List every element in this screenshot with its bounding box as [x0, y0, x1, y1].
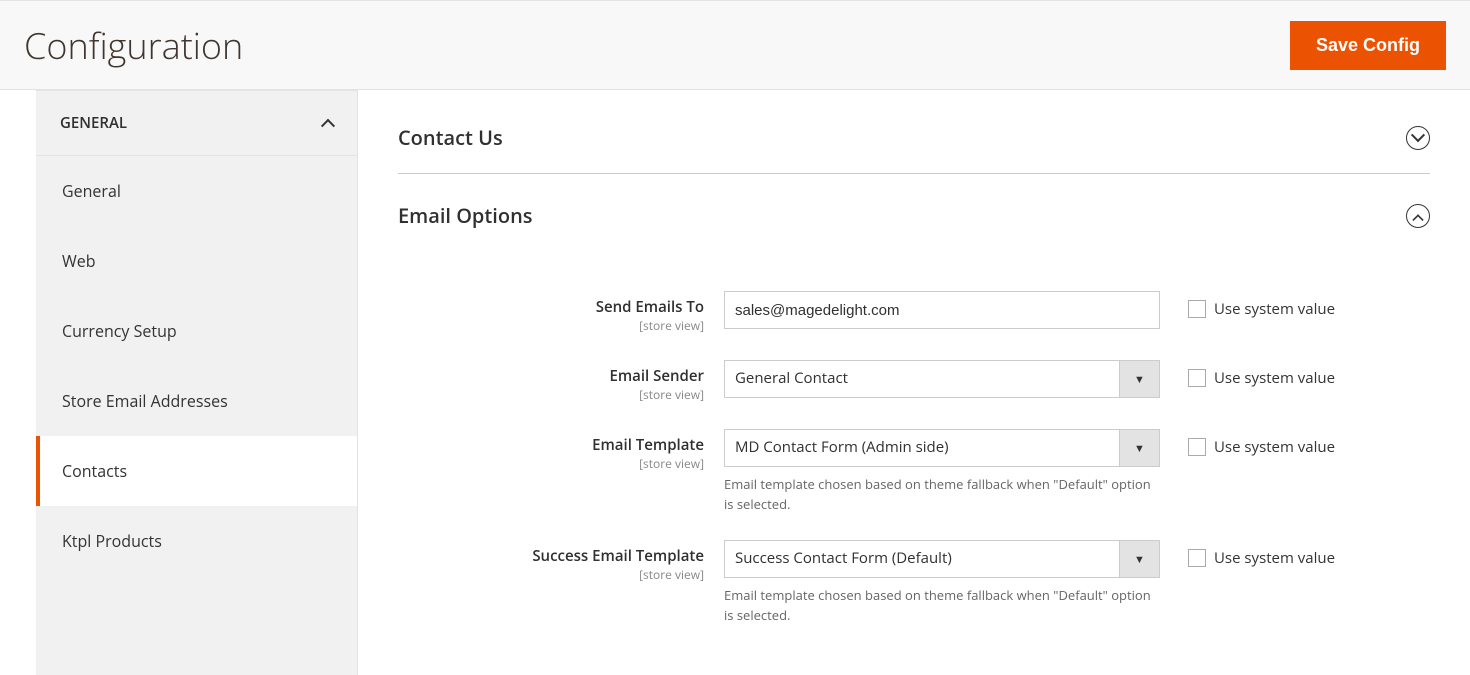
field-row-email-sender: Email Sender [store view] General Contac…: [398, 360, 1430, 403]
field-scope: [store view]: [398, 566, 704, 583]
use-system-value-checkbox[interactable]: [1188, 549, 1206, 567]
select-value: MD Contact Form (Admin side): [725, 430, 1119, 466]
expand-icon: [1406, 126, 1430, 150]
sidebar-item-general[interactable]: General: [36, 156, 357, 226]
use-system-value-checkbox[interactable]: [1188, 300, 1206, 318]
field-row-success-email-template: Success Email Template [store view] Succ…: [398, 540, 1430, 625]
chevron-down-icon: ▼: [1119, 430, 1159, 466]
use-system-value-checkbox[interactable]: [1188, 438, 1206, 456]
chevron-down-icon: ▼: [1119, 361, 1159, 397]
use-system-value-checkbox[interactable]: [1188, 369, 1206, 387]
section-title: Email Options: [398, 202, 533, 229]
field-scope: [store view]: [398, 386, 704, 403]
use-system-value-label[interactable]: Use system value: [1214, 437, 1335, 457]
sidebar-item-store-email-addresses[interactable]: Store Email Addresses: [36, 366, 357, 436]
success-email-template-select[interactable]: Success Contact Form (Default) ▼: [724, 540, 1160, 578]
use-system-value-label[interactable]: Use system value: [1214, 299, 1335, 319]
collapse-icon: [1406, 204, 1430, 228]
sidebar-item-currency-setup[interactable]: Currency Setup: [36, 296, 357, 366]
field-label: Send Emails To: [398, 297, 704, 317]
page-header: Configuration Save Config: [0, 0, 1470, 90]
sidebar-item-contacts[interactable]: Contacts: [36, 436, 357, 506]
email-template-select[interactable]: MD Contact Form (Admin side) ▼: [724, 429, 1160, 467]
field-label: Success Email Template: [398, 546, 704, 566]
email-options-fieldset: Send Emails To [store view] Use system v…: [398, 291, 1430, 625]
select-value: Success Contact Form (Default): [725, 541, 1119, 577]
field-scope: [store view]: [398, 455, 704, 472]
chevron-down-icon: ▼: [1119, 541, 1159, 577]
config-content: Contact Us Email Options Send Emails To …: [358, 90, 1470, 675]
section-header-contact-us[interactable]: Contact Us: [398, 114, 1430, 174]
field-help: Email template chosen based on theme fal…: [724, 475, 1160, 514]
page-title: Configuration: [24, 21, 243, 70]
field-help: Email template chosen based on theme fal…: [724, 586, 1160, 625]
config-sidebar: GENERAL General Web Currency Setup Store…: [36, 90, 358, 675]
save-config-button[interactable]: Save Config: [1290, 21, 1446, 70]
sidebar-item-web[interactable]: Web: [36, 226, 357, 296]
use-system-value-label[interactable]: Use system value: [1214, 548, 1335, 568]
send-emails-to-input[interactable]: [724, 291, 1160, 329]
sidebar-group-general[interactable]: GENERAL: [36, 90, 357, 156]
section-title: Contact Us: [398, 124, 503, 151]
select-value: General Contact: [725, 361, 1119, 397]
field-row-send-emails-to: Send Emails To [store view] Use system v…: [398, 291, 1430, 334]
field-row-email-template: Email Template [store view] MD Contact F…: [398, 429, 1430, 514]
field-label: Email Sender: [398, 366, 704, 386]
section-header-email-options[interactable]: Email Options: [398, 192, 1430, 251]
use-system-value-label[interactable]: Use system value: [1214, 368, 1335, 388]
sidebar-item-ktpl-products[interactable]: Ktpl Products: [36, 506, 357, 576]
field-scope: [store view]: [398, 317, 704, 334]
chevron-up-icon: [323, 118, 333, 128]
sidebar-group-label: GENERAL: [60, 113, 127, 133]
email-sender-select[interactable]: General Contact ▼: [724, 360, 1160, 398]
field-label: Email Template: [398, 435, 704, 455]
